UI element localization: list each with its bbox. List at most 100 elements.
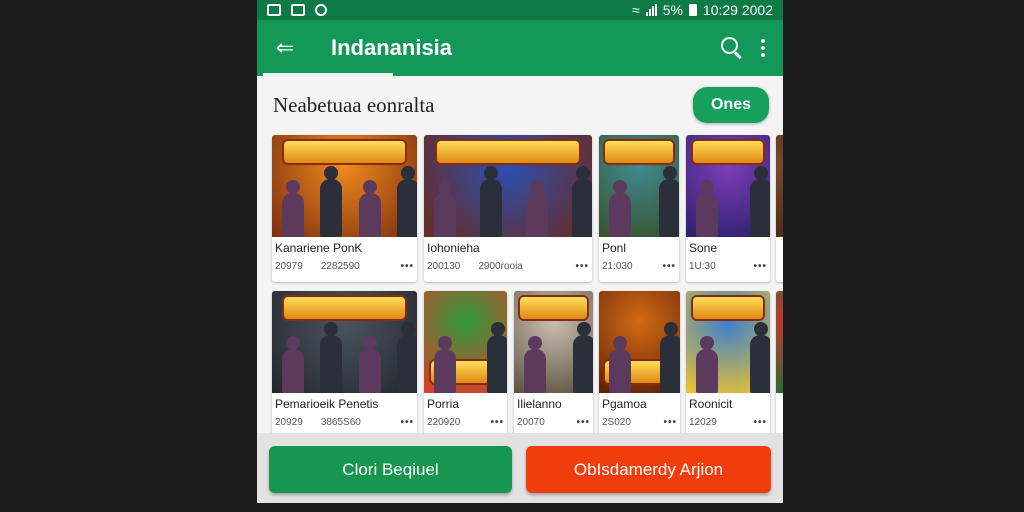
gallery-icon <box>291 4 305 16</box>
game-logo <box>692 297 764 319</box>
game-thumbnail <box>686 291 770 393</box>
game-meta: 12029 ••• <box>686 411 770 428</box>
game-stat: 2S020 <box>602 417 631 428</box>
character-figure <box>696 180 718 237</box>
character-figure <box>660 322 680 393</box>
back-arrow-icon: ⇐ <box>275 35 295 60</box>
game-stat: 20979 <box>275 261 303 272</box>
character-figure <box>434 336 456 393</box>
character-figure <box>526 180 548 237</box>
character-figure <box>358 336 381 393</box>
game-thumbnail <box>776 135 783 237</box>
game-stat: 20929 <box>275 417 303 428</box>
game-title: Iohonieha <box>427 241 480 255</box>
game-card[interactable] <box>776 135 783 282</box>
character-figure <box>320 322 343 393</box>
game-meta: 220920 ••• <box>424 411 507 428</box>
card-menu-icon[interactable]: ••• <box>576 417 590 428</box>
status-time: 10:29 2002 <box>702 2 773 18</box>
character-figure <box>282 180 304 237</box>
game-card[interactable] <box>776 291 783 438</box>
character-figure <box>397 322 417 393</box>
status-bar: ≈ 5% 10:29 2002 <box>257 0 783 20</box>
character-figure <box>434 180 456 237</box>
character-figure <box>573 322 593 393</box>
game-thumbnail <box>424 291 507 393</box>
card-menu-icon[interactable]: ••• <box>753 417 767 428</box>
game-card[interactable]: Ilielanno 20070 ••• <box>514 291 593 438</box>
search-icon[interactable] <box>721 37 743 59</box>
game-logo <box>283 141 406 163</box>
game-stat: 200130 <box>427 261 461 272</box>
more-options-icon[interactable] <box>761 39 765 57</box>
secondary-action-button[interactable]: ObIsdamerdy Arjion <box>526 446 771 493</box>
game-thumbnail <box>272 291 417 393</box>
game-title: Roonicit <box>689 397 733 411</box>
game-card[interactable]: Iohonieha 200130 2900rooia ••• <box>424 135 592 282</box>
card-menu-icon[interactable]: ••• <box>490 417 504 428</box>
primary-action-button[interactable]: Clori Beqiuel <box>269 446 512 493</box>
game-thumbnail <box>424 135 592 237</box>
game-stat: 220920 <box>427 417 461 428</box>
game-logo <box>437 141 579 163</box>
character-figure <box>609 180 631 237</box>
character-figure <box>750 166 770 237</box>
character-figure <box>572 166 592 237</box>
bottom-action-bar: Clori Beqiuel ObIsdamerdy Arjion <box>257 433 783 503</box>
card-menu-icon[interactable]: ••• <box>662 261 676 272</box>
game-logo <box>520 297 587 319</box>
game-row-2: Pemarioeik Penetis 20929 3865S60 ••• Porria 2… <box>257 291 783 438</box>
game-card[interactable]: Porria 220920 ••• <box>424 291 507 438</box>
game-card[interactable]: Kanariene PonK 20979 2282590 ••• <box>272 135 417 282</box>
game-meta: 20070 ••• <box>514 411 593 428</box>
game-thumbnail <box>514 291 593 393</box>
game-logo <box>692 141 764 163</box>
card-menu-icon[interactable]: ••• <box>400 417 414 428</box>
game-meta <box>776 397 783 403</box>
game-row-1: Kanariene PonK 20979 2282590 ••• Iohonieha 20… <box>257 135 783 282</box>
character-figure <box>696 336 718 393</box>
section-header: Neabetuaa eonralta Ones <box>257 76 783 134</box>
game-title: Sone <box>689 241 718 255</box>
game-downloads: 3865S60 <box>320 417 361 428</box>
character-figure <box>487 322 507 393</box>
game-thumbnail <box>599 291 680 393</box>
back-button[interactable]: ⇐ <box>257 20 313 76</box>
app-title: Indananisia <box>331 35 453 60</box>
signal-icon <box>645 4 657 16</box>
character-figure <box>397 166 417 237</box>
section-action-button[interactable]: Ones <box>692 87 769 123</box>
game-thumbnail <box>599 135 679 237</box>
status-notifications <box>267 4 327 16</box>
game-thumbnail <box>272 135 417 237</box>
game-title: Pemarioeik Penetis <box>275 397 379 411</box>
card-menu-icon[interactable]: ••• <box>400 261 414 272</box>
card-menu-icon[interactable]: ••• <box>663 417 677 428</box>
character-figure <box>358 180 381 237</box>
game-downloads: 2282590 <box>320 261 360 272</box>
game-card[interactable]: Pgamoa 2S020 ••• <box>599 291 680 438</box>
game-meta: 2S020 ••• <box>599 411 680 428</box>
sync-icon <box>315 4 327 16</box>
card-menu-icon[interactable]: ••• <box>575 261 589 272</box>
game-card[interactable]: Roonicit 12029 ••• <box>686 291 770 438</box>
phone-screen: ≈ 5% 10:29 2002 ⇐ Indananisia Neabetuaa … <box>257 0 783 503</box>
game-downloads: 2900rooia <box>478 261 523 272</box>
game-card[interactable]: Ponl 21:030 ••• <box>599 135 679 282</box>
game-logo <box>283 297 406 319</box>
card-menu-icon[interactable]: ••• <box>753 261 767 272</box>
game-thumbnail <box>686 135 770 237</box>
game-card[interactable]: Pemarioeik Penetis 20929 3865S60 ••• <box>272 291 417 438</box>
game-title: Porria <box>427 397 460 411</box>
game-card[interactable]: Sone 1U:30 ••• <box>686 135 770 282</box>
game-meta: 1U:30 ••• <box>686 255 770 272</box>
character-figure <box>750 322 770 393</box>
wifi-icon: ≈ <box>632 2 640 18</box>
character-figure <box>524 336 546 393</box>
tab-indicator <box>263 73 393 76</box>
game-logo <box>605 141 673 163</box>
battery-icon <box>688 4 697 16</box>
game-meta: 20979 2282590 ••• <box>272 255 417 272</box>
battery-text: 5% <box>662 2 683 18</box>
game-meta <box>776 241 783 247</box>
